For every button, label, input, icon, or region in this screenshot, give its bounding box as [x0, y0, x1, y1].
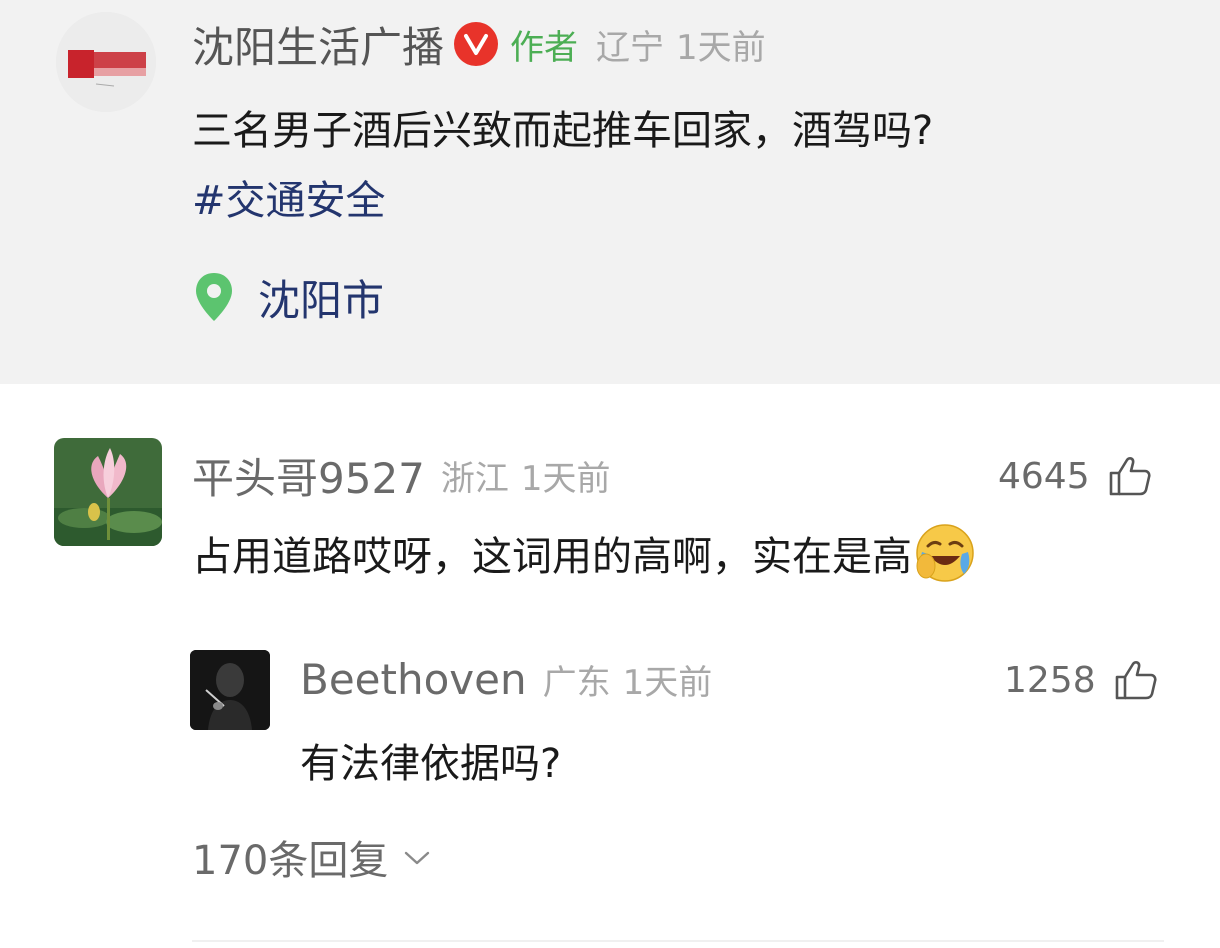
author-tag: 作者 [510, 27, 579, 68]
location-text: 沈阳市 [258, 275, 385, 325]
reply-username[interactable]: Beethoven [300, 655, 527, 704]
reply-count-text: 170条回复 [192, 838, 389, 884]
hashtag-link[interactable]: #交通安全 [192, 168, 386, 226]
reply-time: 1天前 [622, 662, 713, 703]
reply-header: Beethoven 广东 1天前 [300, 648, 712, 710]
comment-text-row: 占用道路哎呀，这词用的高啊，实在是高 [192, 522, 976, 584]
reply-text: 有法律依据吗? [300, 741, 562, 787]
author-header: 沈阳生活广播 作者 辽宁 1天前 [192, 14, 766, 74]
author-time: 1天前 [676, 27, 766, 68]
location-link[interactable]: 沈阳市 [194, 266, 384, 328]
comment-username[interactable]: 平头哥9527 [192, 445, 425, 506]
lotus-avatar-icon [54, 438, 162, 546]
reply-avatar[interactable] [190, 650, 270, 730]
reply-like-count: 1258 [1004, 659, 1096, 701]
portrait-avatar-icon [190, 650, 270, 730]
author-avatar[interactable] [56, 12, 156, 112]
comment-region: 浙江 [440, 458, 509, 499]
comment-header: 平头哥9527 浙江 1天前 [192, 444, 611, 506]
commenter-avatar[interactable] [54, 438, 162, 546]
chevron-down-icon [405, 851, 430, 865]
expand-replies-button[interactable]: 170条回复 [192, 828, 432, 886]
post-text: 三名男子酒后兴致而起推车回家，酒驾吗? [192, 108, 934, 154]
comment-text: 占用道路哎呀，这词用的高啊，实在是高 [192, 534, 912, 580]
reply-like-button[interactable]: 1258 [1004, 654, 1158, 706]
verified-v-icon [454, 22, 499, 66]
divider [192, 940, 1164, 942]
author-name[interactable]: 沈阳生活广播 [192, 14, 444, 75]
author-post-block: 沈阳生活广播 作者 辽宁 1天前 三名男子酒后兴致而起推车回家，酒驾吗? #交通… [0, 0, 1220, 384]
comment-like-button[interactable]: 4645 [998, 450, 1152, 502]
thumbs-up-icon [1109, 457, 1151, 496]
thumbs-up-icon [1115, 661, 1157, 700]
comment-like-count: 4645 [998, 455, 1090, 497]
radio-logo-icon [56, 12, 156, 112]
location-pin-icon [196, 273, 232, 321]
laughing-crying-emoji-icon [916, 524, 974, 582]
reply-region: 广东 [542, 662, 611, 703]
comment-time: 1天前 [520, 458, 611, 499]
author-region: 辽宁 [596, 27, 665, 68]
